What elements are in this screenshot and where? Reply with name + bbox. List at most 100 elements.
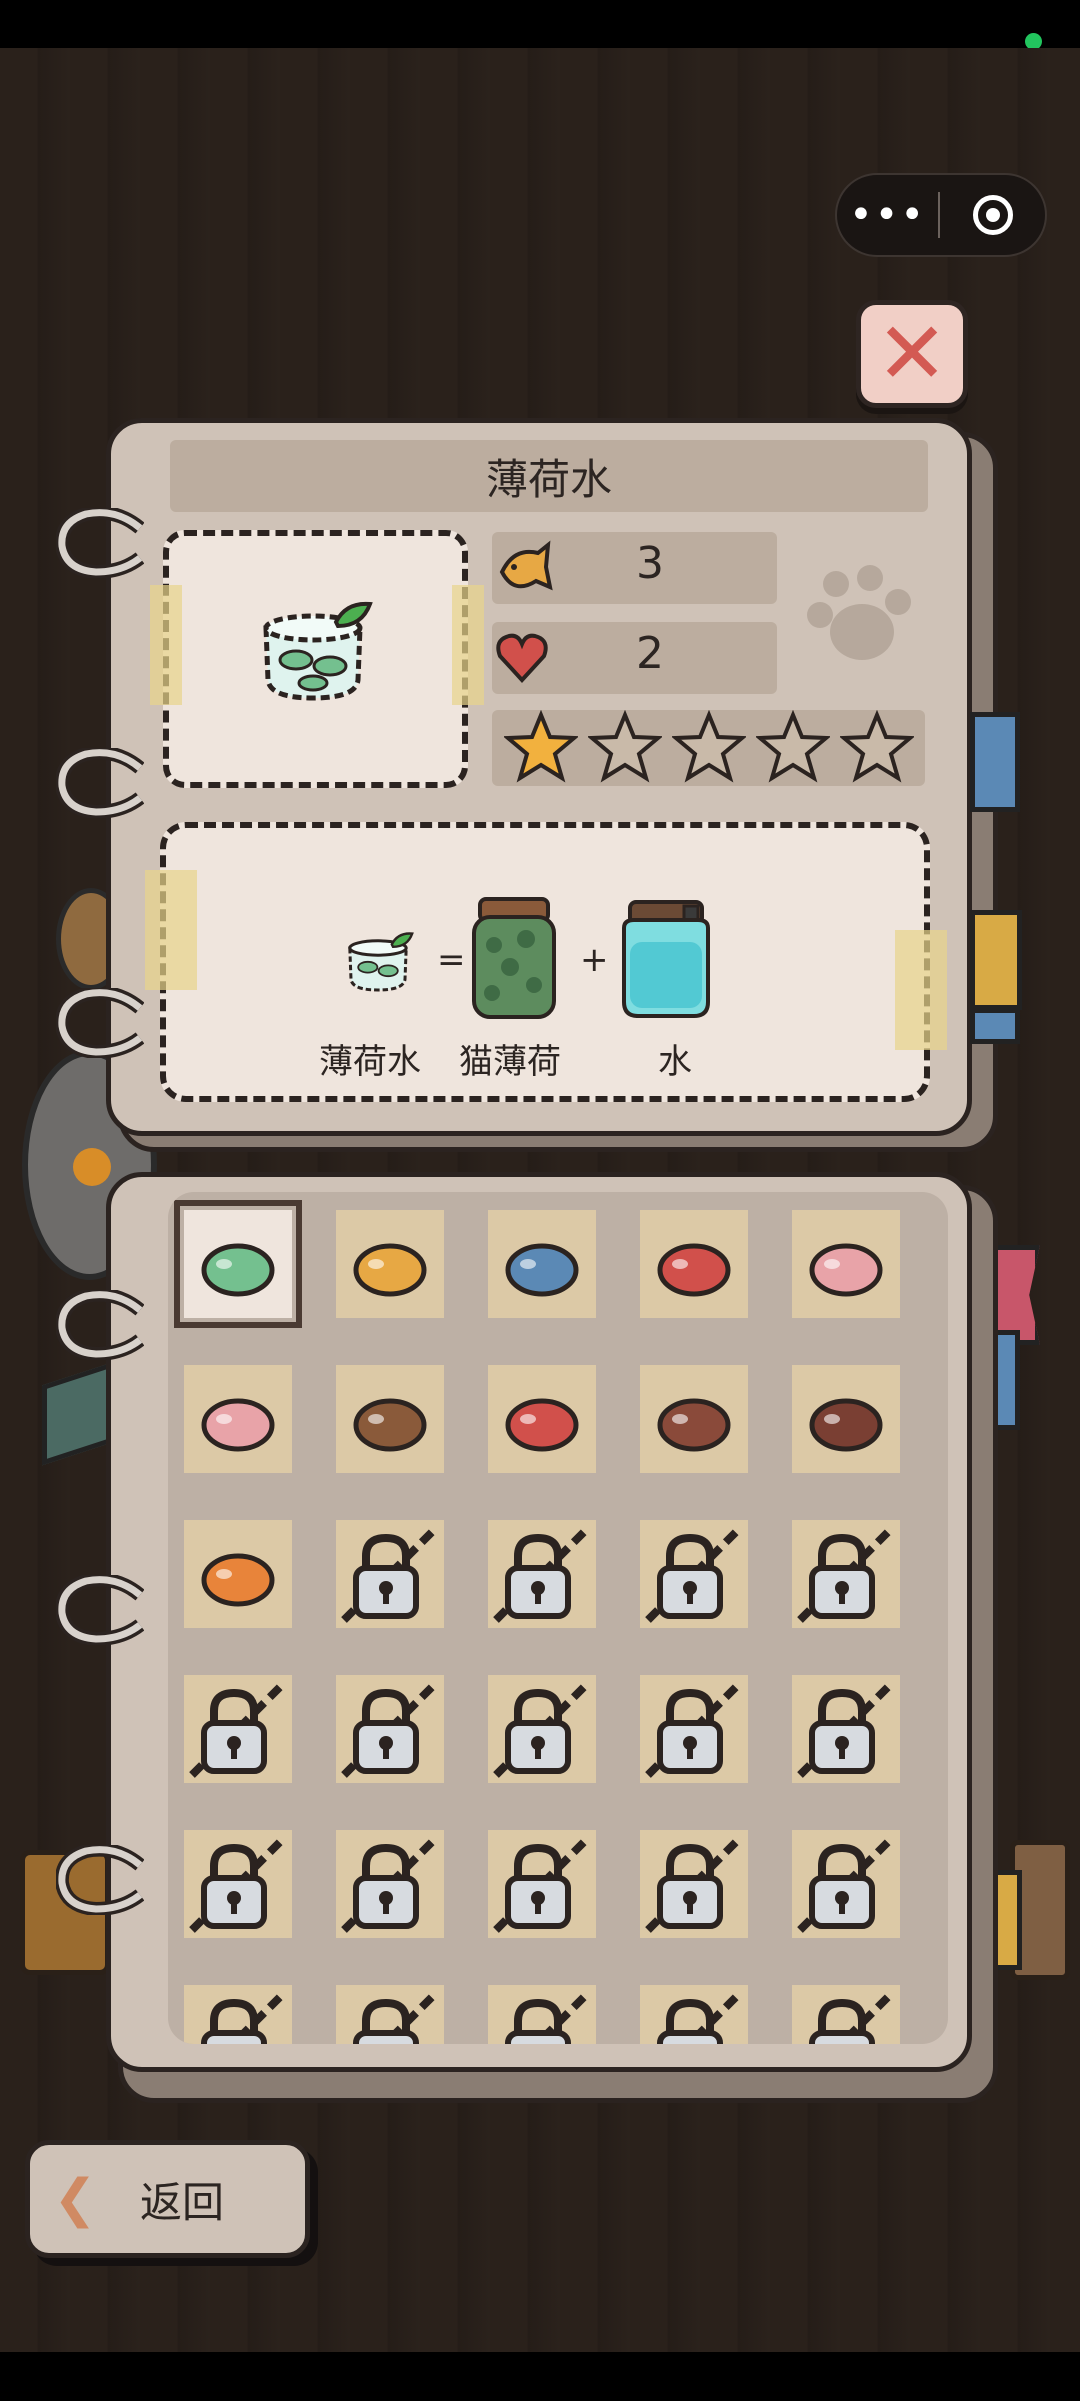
grilled-steak-icon [809,1398,883,1452]
locked-recipe-slot[interactable] [792,1520,900,1628]
star-empty-icon [588,710,662,783]
lock-icon [189,1680,287,1778]
water-jar-icon [622,900,710,1018]
recipe-slot-fried-chicken[interactable] [184,1520,292,1628]
recipe-slot-lobster[interactable] [488,1365,596,1473]
tab-yellow[interactable] [970,910,1022,1010]
lock-icon [493,1680,591,1778]
recipe-slot-meat-skewer[interactable] [792,1210,900,1318]
cost-value: 3 [636,538,664,589]
lock-icon [645,1525,743,1623]
plus-sign: + [580,940,609,980]
locked-recipe-slot[interactable] [640,1985,748,2044]
locked-recipe-slot[interactable] [184,1985,292,2044]
target-icon[interactable] [940,195,1045,235]
mint-water-icon [263,601,373,701]
ingredient-label-catnip: 猫薄荷 [459,1042,561,1082]
star-empty-icon [756,710,830,783]
recipe-slot-fish-skewer[interactable] [488,1210,596,1318]
binder-ring-icon [56,508,144,578]
locked-recipe-slot[interactable] [488,1830,596,1938]
tape-decoration [895,930,947,1050]
locked-recipe-slot[interactable] [184,1675,292,1783]
lobster-icon [505,1398,579,1452]
lock-icon [189,1835,287,1933]
recipe-slot-grilled-steak[interactable] [792,1365,900,1473]
lock-icon [657,1990,743,2044]
fish-skewer-icon [505,1243,579,1297]
back-button[interactable]: ❮ 返回 [25,2140,310,2258]
lock-icon [645,1680,743,1778]
lock-icon [341,1835,439,1933]
tab-blue-small[interactable] [970,1008,1020,1044]
binder-ring-icon [56,748,144,818]
close-button[interactable]: ✕ [856,300,968,408]
more-dots-icon[interactable]: ••• [837,195,938,235]
lock-icon [341,1525,439,1623]
navigation-bar [0,2352,1080,2401]
locked-recipe-slot[interactable] [488,1520,596,1628]
locked-recipe-slot[interactable] [640,1675,748,1783]
recipe-slot-shrimp-skewer[interactable] [640,1210,748,1318]
lock-icon [493,1835,591,1933]
recipe-slot-mushroom-skewer[interactable] [336,1365,444,1473]
heart-icon [496,633,548,683]
shrimp-skewer-icon [657,1243,731,1297]
binder-ring-icon [56,1845,144,1915]
lock-icon [797,1680,895,1778]
binder-ring-icon [56,988,144,1058]
locked-recipe-slot[interactable] [488,1675,596,1783]
binder-ring-icon [56,1575,144,1645]
recipe-slot-steak[interactable] [640,1365,748,1473]
egg-yolk-decoration [73,1148,111,1186]
locked-recipe-slot[interactable] [336,1675,444,1783]
fried-chicken-icon [201,1553,275,1607]
locked-recipe-slot[interactable] [184,1830,292,1938]
status-bar [0,0,1080,48]
paw-print-icon [807,565,911,660]
recipe-slot-chicken-plate[interactable] [336,1210,444,1318]
locked-recipe-slot[interactable] [792,1675,900,1783]
fish-coin-icon [499,540,553,591]
star-empty-icon [672,710,746,783]
sausage-skewer-icon [201,1398,275,1452]
locked-recipe-slot[interactable] [792,1985,900,2044]
locked-recipe-slot[interactable] [792,1830,900,1938]
miniprogram-capsule: ••• [835,173,1047,257]
locked-recipe-slot[interactable] [640,1520,748,1628]
tape-decoration [452,585,484,705]
lock-icon [645,1835,743,1933]
locked-recipe-slot[interactable] [336,1520,444,1628]
tape-decoration [150,585,182,705]
back-button-label: 返回 [140,2177,225,2227]
mushroom-skewer-icon [353,1398,427,1452]
locked-recipe-slot[interactable] [336,1830,444,1938]
ingredient-label-water: 水 [658,1042,692,1082]
recipe-title: 薄荷水 [170,440,928,512]
back-arrow-icon: ❮ [53,2169,97,2229]
locked-recipe-slot[interactable] [640,1830,748,1938]
chicken-plate-icon [353,1243,427,1297]
recipe-slot-sausage-skewer[interactable] [184,1365,292,1473]
tape-decoration [145,870,197,990]
catnip-jar-icon [472,897,556,1019]
heart-value: 2 [636,628,664,679]
star-filled-icon [504,710,578,783]
locked-recipe-slot[interactable] [488,1985,596,2044]
lock-icon [505,1990,591,2044]
steak-icon [657,1398,731,1452]
locked-recipe-slot[interactable] [336,1985,444,2044]
lock-icon [797,1835,895,1933]
recipe-grid [168,1192,948,2044]
mint-water-icon [348,932,414,992]
meat-skewer-icon [809,1243,883,1297]
lock-icon [201,1990,287,2044]
equals-sign: = [437,940,466,980]
recipe-slot-mint-water[interactable] [174,1200,302,1328]
lock-icon [493,1525,591,1623]
lock-icon [809,1990,895,2044]
lock-icon [353,1990,439,2044]
tab-blue[interactable] [970,712,1020,812]
lock-icon [341,1680,439,1778]
lock-icon [797,1525,895,1623]
